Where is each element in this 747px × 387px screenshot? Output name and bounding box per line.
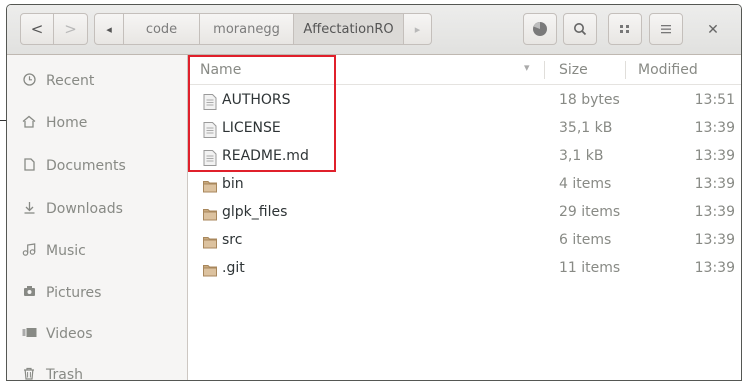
breadcrumb-affectationro[interactable]: AffectationRO <box>294 13 404 45</box>
sidebar-item-pictures[interactable]: Pictures <box>7 278 188 308</box>
music-icon <box>22 242 36 260</box>
sidebar-item-label: Trash <box>46 367 83 381</box>
file-name: AUTHORS <box>222 92 291 108</box>
sidebar-item-label: Downloads <box>46 201 123 217</box>
folder-icon <box>203 181 217 193</box>
folder-icon <box>203 209 217 221</box>
file-list: Name ▾ Size Modified AUTHORS 18 bytes 13… <box>188 55 741 380</box>
column-divider[interactable] <box>625 61 626 79</box>
file-modified: 13:39 <box>694 148 735 164</box>
header-bar: < > ◂ code moranegg AffectationRO ▸ ✕ <box>7 5 741 55</box>
sidebar-item-label: Documents <box>46 158 126 174</box>
file-name: LICENSE <box>222 120 281 136</box>
file-size: 6 items <box>559 232 612 248</box>
file-manager-window: < > ◂ code moranegg AffectationRO ▸ ✕ Re… <box>6 4 742 381</box>
document-icon <box>22 157 36 175</box>
home-icon <box>22 115 36 132</box>
breadcrumb-moranegg[interactable]: moranegg <box>200 13 294 45</box>
file-row-glpk-files[interactable]: glpk_files 29 items 13:39 <box>188 200 741 228</box>
file-row-readme[interactable]: README.md 3,1 kB 13:39 <box>188 144 741 172</box>
navigation-buttons: < > <box>20 13 88 45</box>
sidebar-item-downloads[interactable]: Downloads <box>7 194 188 224</box>
sidebar-item-label: Videos <box>46 326 93 342</box>
column-header-size[interactable]: Size <box>559 62 588 78</box>
file-size: 11 items <box>559 260 621 276</box>
file-size: 3,1 kB <box>559 148 604 164</box>
file-name: README.md <box>222 148 309 164</box>
sort-descending-icon[interactable]: ▾ <box>524 61 530 74</box>
sidebar-item-recent[interactable]: Recent <box>7 66 188 96</box>
pie-progress-icon <box>533 22 547 36</box>
grid-view-button[interactable] <box>608 13 642 45</box>
clock-icon <box>22 72 36 90</box>
sidebar-item-label: Recent <box>46 73 95 89</box>
file-modified: 13:39 <box>694 260 735 276</box>
text-file-icon <box>203 150 217 166</box>
sidebar-item-home[interactable]: Home <box>7 108 188 138</box>
chevron-right-icon: > <box>64 20 77 38</box>
file-row-license[interactable]: LICENSE 35,1 kB 13:39 <box>188 116 741 144</box>
file-name: src <box>222 232 243 248</box>
operations-button[interactable] <box>523 13 557 45</box>
file-row-authors[interactable]: AUTHORS 18 bytes 13:51 <box>188 88 741 116</box>
sidebar-item-label: Pictures <box>46 285 102 301</box>
path-scroll-left-button[interactable]: ◂ <box>94 13 124 45</box>
path-bar: ◂ code moranegg AffectationRO ▸ <box>94 13 432 45</box>
sidebar-item-label: Home <box>46 115 88 131</box>
file-name: .git <box>222 260 245 276</box>
sidebar-item-documents[interactable]: Documents <box>7 151 188 181</box>
file-size: 18 bytes <box>559 92 620 108</box>
chevron-left-icon: < <box>30 20 44 38</box>
breadcrumb-code[interactable]: code <box>124 13 200 45</box>
file-modified: 13:51 <box>694 92 735 108</box>
column-header-row: Name ▾ Size Modified <box>188 55 741 85</box>
arrow-left-icon: ◂ <box>106 22 112 36</box>
file-size: 29 items <box>559 204 621 220</box>
path-scroll-right-button[interactable]: ▸ <box>404 13 432 45</box>
hamburger-menu-icon <box>661 25 671 34</box>
file-row-src[interactable]: src 6 items 13:39 <box>188 228 741 256</box>
arrow-right-icon: ▸ <box>414 22 421 36</box>
sidebar-item-trash[interactable]: Trash <box>7 360 188 381</box>
column-header-name[interactable]: Name <box>200 62 241 78</box>
camera-icon <box>22 285 36 301</box>
search-button[interactable] <box>563 13 597 45</box>
file-size: 4 items <box>559 176 612 192</box>
folder-icon <box>203 265 217 277</box>
video-icon <box>22 326 37 342</box>
forward-button[interactable]: > <box>54 13 88 45</box>
sidebar-item-label: Music <box>46 243 86 259</box>
column-divider[interactable] <box>544 61 545 79</box>
file-modified: 13:39 <box>694 120 735 136</box>
close-icon: ✕ <box>707 22 719 38</box>
sidebar-item-music[interactable]: Music <box>7 236 188 266</box>
folder-icon <box>203 237 217 249</box>
grid-icon <box>620 25 629 33</box>
menu-button[interactable] <box>649 13 683 45</box>
file-modified: 13:39 <box>694 176 735 192</box>
file-name: bin <box>222 176 244 192</box>
text-file-icon <box>203 122 217 138</box>
file-size: 35,1 kB <box>559 120 613 136</box>
file-row-bin[interactable]: bin 4 items 13:39 <box>188 172 741 200</box>
file-modified: 13:39 <box>694 204 735 220</box>
file-modified: 13:39 <box>694 232 735 248</box>
column-header-modified[interactable]: Modified <box>638 62 698 78</box>
close-button[interactable]: ✕ <box>701 21 725 39</box>
download-icon <box>22 201 36 218</box>
text-file-icon <box>203 94 217 110</box>
back-button[interactable]: < <box>20 13 54 45</box>
trash-icon <box>22 367 36 381</box>
file-row-git[interactable]: .git 11 items 13:39 <box>188 256 741 284</box>
search-icon <box>574 23 587 36</box>
file-name: glpk_files <box>222 204 288 220</box>
sidebar: Recent Home Documents Downloads Music Pi… <box>7 55 188 381</box>
sidebar-item-videos[interactable]: Videos <box>7 319 188 349</box>
